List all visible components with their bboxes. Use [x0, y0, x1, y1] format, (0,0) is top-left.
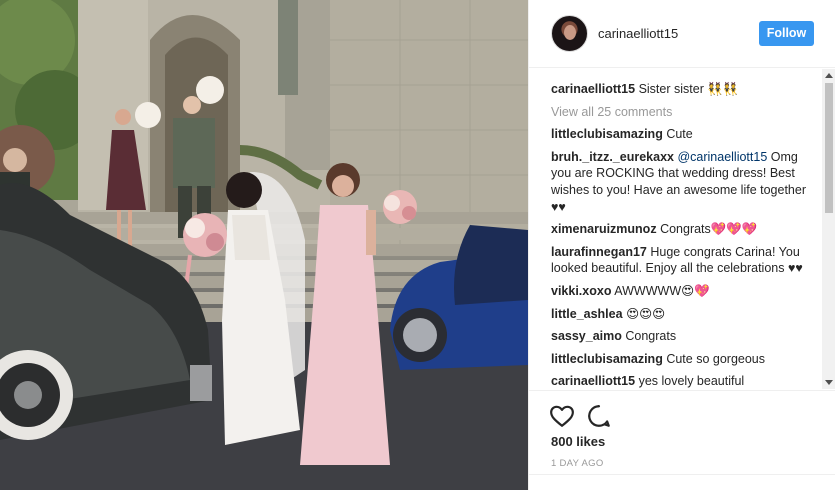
follow-button[interactable]: Follow	[759, 21, 814, 46]
post-header: carinaelliott15 Follow	[529, 0, 835, 68]
comment-mention[interactable]: @carinaelliott15	[677, 150, 767, 164]
post-photo[interactable]	[0, 0, 528, 490]
view-all-comments-link[interactable]: View all 25 comments	[551, 104, 813, 121]
comment-bubble-icon[interactable]	[586, 403, 612, 429]
comment-item: little_ashlea 😍😍😍	[551, 306, 813, 323]
comment-username[interactable]: carinaelliott15	[551, 374, 635, 388]
comment-item: laurafinnegan17 Huge congrats Carina! Yo…	[551, 244, 813, 277]
divider	[529, 474, 835, 490]
comment-username[interactable]: vikki.xoxo	[551, 284, 611, 298]
post-timestamp[interactable]: 1 DAY AGO	[551, 458, 604, 469]
comment-item: littleclubisamazing Cute so gorgeous	[551, 351, 813, 368]
comment-username[interactable]: little_ashlea	[551, 307, 623, 321]
comment-text: yes lovely beautiful	[638, 374, 745, 389]
scrollbar-thumb[interactable]	[825, 83, 833, 213]
comment-text: Cute so gorgeous	[666, 351, 766, 366]
scroll-up-arrow-icon[interactable]	[825, 73, 833, 78]
caption-username[interactable]: carinaelliott15	[551, 82, 635, 96]
comment-item: bruh._itzz._eurekaxx @carinaelliott15 Om…	[551, 149, 813, 215]
comments-scrollbar[interactable]	[822, 69, 835, 389]
wedding-photo-illustration	[0, 0, 528, 490]
comment-text: 😍😍😍	[626, 306, 666, 321]
comment-username[interactable]: bruh._itzz._eurekaxx	[551, 150, 674, 164]
comment-username[interactable]: sassy_aimo	[551, 329, 622, 343]
comment-item: carinaelliott15 yes lovely beautiful	[551, 373, 813, 389]
comment-text: Congrats💖💖💖	[660, 222, 758, 237]
caption: carinaelliott15 Sister sister 👯👯	[551, 81, 813, 98]
caption-text: Sister sister 👯👯	[638, 82, 739, 96]
comment-username[interactable]: ximenaruizmunoz	[551, 222, 657, 236]
avatar[interactable]	[551, 15, 588, 52]
comment-item: sassy_aimo Congrats	[551, 328, 813, 345]
likes-count[interactable]: 800 likes	[551, 434, 605, 449]
post-author-username[interactable]: carinaelliott15	[598, 26, 678, 41]
comment-text: Cute	[666, 127, 693, 142]
heart-outline-icon[interactable]	[549, 403, 575, 429]
comment-username[interactable]: laurafinnegan17	[551, 245, 647, 259]
post-side-panel: carinaelliott15 Follow carinaelliott15 S…	[528, 0, 835, 490]
comments-list: carinaelliott15 Sister sister 👯👯 View al…	[551, 81, 813, 389]
scroll-down-arrow-icon[interactable]	[825, 380, 833, 385]
comment-text: Congrats	[625, 329, 677, 344]
comment-item: vikki.xoxo AWWWWW😍💖	[551, 283, 813, 300]
post-actions: 800 likes 1 DAY AGO	[529, 390, 835, 490]
comments-section: carinaelliott15 Sister sister 👯👯 View al…	[529, 69, 835, 389]
comment-username[interactable]: littleclubisamazing	[551, 352, 663, 366]
comment-username[interactable]: littleclubisamazing	[551, 127, 663, 141]
comment-text: AWWWWW😍💖	[614, 283, 710, 298]
comment-item: ximenaruizmunoz Congrats💖💖💖	[551, 221, 813, 238]
comment-item: littleclubisamazing Cute	[551, 126, 813, 143]
